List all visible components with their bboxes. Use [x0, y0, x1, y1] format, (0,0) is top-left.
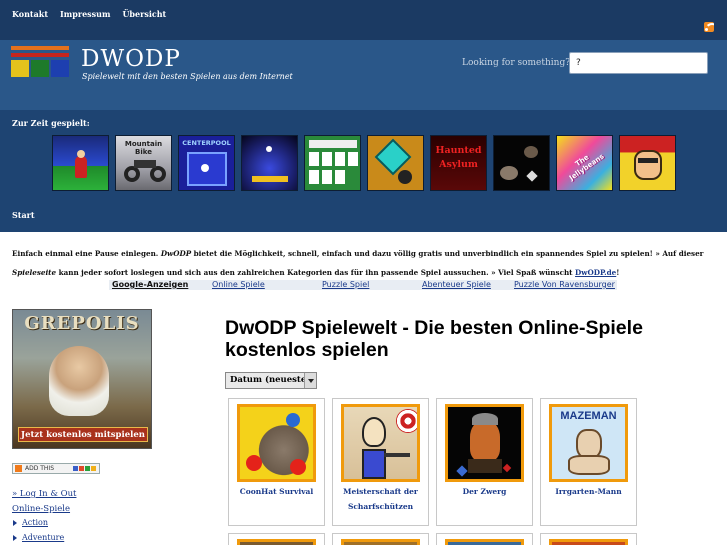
top-nav: Kontakt Impressum Übersicht: [12, 9, 166, 19]
game-thumb-7[interactable]: Haunted Asylum: [430, 135, 487, 191]
game-title-zwerg[interactable]: Der Zwerg: [439, 484, 530, 499]
game-thumb-6[interactable]: [367, 135, 424, 191]
currently-played-list: Mountain Bike CENTERPOOL Haunted Asylum …: [52, 135, 676, 191]
breadcrumb-start[interactable]: Start: [12, 210, 35, 220]
addthis-button[interactable]: ADD THIS: [12, 463, 100, 474]
game-thumb-9-title: The Jellybeans: [567, 152, 606, 183]
google-ads-title[interactable]: Google-Anzeigen: [112, 280, 188, 289]
banner-cta[interactable]: Jetzt kostenlos mitspielen: [18, 427, 148, 442]
game-image-row2-1[interactable]: [237, 539, 316, 545]
game-image-scharfschuetzen[interactable]: [341, 404, 420, 482]
game-title-scharfschuetzen[interactable]: Meisterschaft der Scharfschützen: [335, 484, 426, 514]
currently-played-label: Zur Zeit gespielt:: [12, 118, 90, 128]
game-card-row2-3[interactable]: [436, 533, 533, 545]
game-thumb-1[interactable]: [52, 135, 109, 191]
top-bar: Kontakt Impressum Übersicht: [0, 0, 727, 40]
currently-played-section: Zur Zeit gespielt: Mountain Bike CENTERP…: [0, 110, 727, 232]
game-card-row2-2[interactable]: [332, 533, 429, 545]
game-card-irrgarten[interactable]: MAZEMAN Irrgarten-Mann: [540, 398, 637, 526]
game-card-coonhat[interactable]: CoonHat Survival: [228, 398, 325, 526]
category-adventure[interactable]: Adventure: [12, 533, 64, 542]
site-title[interactable]: DWODP: [81, 46, 181, 72]
login-logout-link[interactable]: » Log In & Out: [12, 489, 76, 499]
chevron-down-icon[interactable]: [304, 373, 316, 388]
intro-part-2: bietet die Möglichkeit, schnell, einfach…: [193, 249, 704, 258]
ad-link-abenteuer-spiele[interactable]: Abenteuer Spiele: [422, 280, 491, 289]
game-card-row2-4[interactable]: [540, 533, 637, 545]
game-thumb-9[interactable]: The Jellybeans: [556, 135, 613, 191]
nav-uebersicht[interactable]: Übersicht: [122, 9, 166, 19]
banner-figure: [49, 346, 109, 416]
game-thumb-4[interactable]: [241, 135, 298, 191]
rss-icon[interactable]: [704, 22, 714, 32]
game-thumb-10[interactable]: [619, 135, 676, 191]
game-card-row2-1[interactable]: [228, 533, 325, 545]
game-image-zwerg[interactable]: [445, 404, 524, 482]
sort-select-value: Datum (neueste): [230, 375, 311, 385]
ad-link-puzzle-ravensburger[interactable]: Puzzle Von Ravensburger: [514, 280, 615, 289]
game-title-coonhat[interactable]: CoonHat Survival: [231, 484, 322, 499]
game-thumb-8[interactable]: [493, 135, 550, 191]
site-header: DWODP Spielewelt mit den besten Spielen …: [0, 40, 727, 110]
grepolis-banner[interactable]: GREPOLIS Jetzt kostenlos mitspielen: [12, 309, 152, 449]
banner-title: GREPOLIS: [24, 313, 140, 334]
game-title-irrgarten[interactable]: Irrgarten-Mann: [543, 484, 634, 499]
page-title: DwODP Spielewelt - Die besten Online-Spi…: [225, 317, 643, 361]
game-image-row2-4[interactable]: [549, 539, 628, 545]
ad-link-online-spiele[interactable]: Online Spiele: [212, 280, 265, 289]
ad-link-puzzle-spiel[interactable]: Puzzle Spiel: [322, 280, 369, 289]
intro-brand: DwODP: [160, 249, 192, 258]
intro-part-4: !: [616, 268, 620, 277]
intro-text: Einfach einmal eine Pause einlegen. DwOD…: [12, 244, 718, 282]
game-image-row2-3[interactable]: [445, 539, 524, 545]
nav-impressum[interactable]: Impressum: [60, 9, 110, 19]
search-input[interactable]: [569, 52, 708, 74]
logo-icon[interactable]: [11, 46, 69, 79]
game-image-irrgarten[interactable]: MAZEMAN: [549, 404, 628, 482]
game-thumb-2[interactable]: Mountain Bike: [115, 135, 172, 191]
intro-part-1: Einfach einmal eine Pause einlegen.: [12, 249, 159, 258]
game-image-row2-2[interactable]: [341, 539, 420, 545]
game-image-coonhat[interactable]: [237, 404, 316, 482]
mazeman-logo-text: MAZEMAN: [560, 410, 617, 422]
game-thumb-3-title: CENTERPOOL: [182, 139, 231, 147]
addthis-label: ADD THIS: [25, 465, 55, 472]
category-action[interactable]: Action: [12, 518, 48, 527]
search-label: Looking for something?: [462, 58, 571, 68]
google-ads-bar: Google-Anzeigen Online Spiele Puzzle Spi…: [109, 280, 617, 290]
site-subtitle: Spielewelt mit den besten Spielen aus de…: [82, 72, 293, 81]
game-thumb-7-title: Haunted Asylum: [435, 145, 482, 170]
category-online-spiele[interactable]: Online-Spiele: [12, 504, 70, 514]
nav-kontakt[interactable]: Kontakt: [12, 9, 48, 19]
intro-spieleseite: Spieleseite: [12, 268, 57, 277]
game-thumb-5[interactable]: [304, 135, 361, 191]
intro-part-3: kann jeder sofort loslegen und sich aus …: [58, 268, 573, 277]
game-card-zwerg[interactable]: Der Zwerg: [436, 398, 533, 526]
game-thumb-3[interactable]: CENTERPOOL: [178, 135, 235, 191]
sort-select[interactable]: Datum (neueste): [225, 372, 317, 389]
game-card-scharfschuetzen[interactable]: Meisterschaft der Scharfschützen: [332, 398, 429, 526]
intro-site-link[interactable]: DwODP.de: [575, 268, 616, 277]
game-thumb-2-title: Mountain Bike: [124, 140, 163, 156]
share-icons: [73, 466, 96, 471]
